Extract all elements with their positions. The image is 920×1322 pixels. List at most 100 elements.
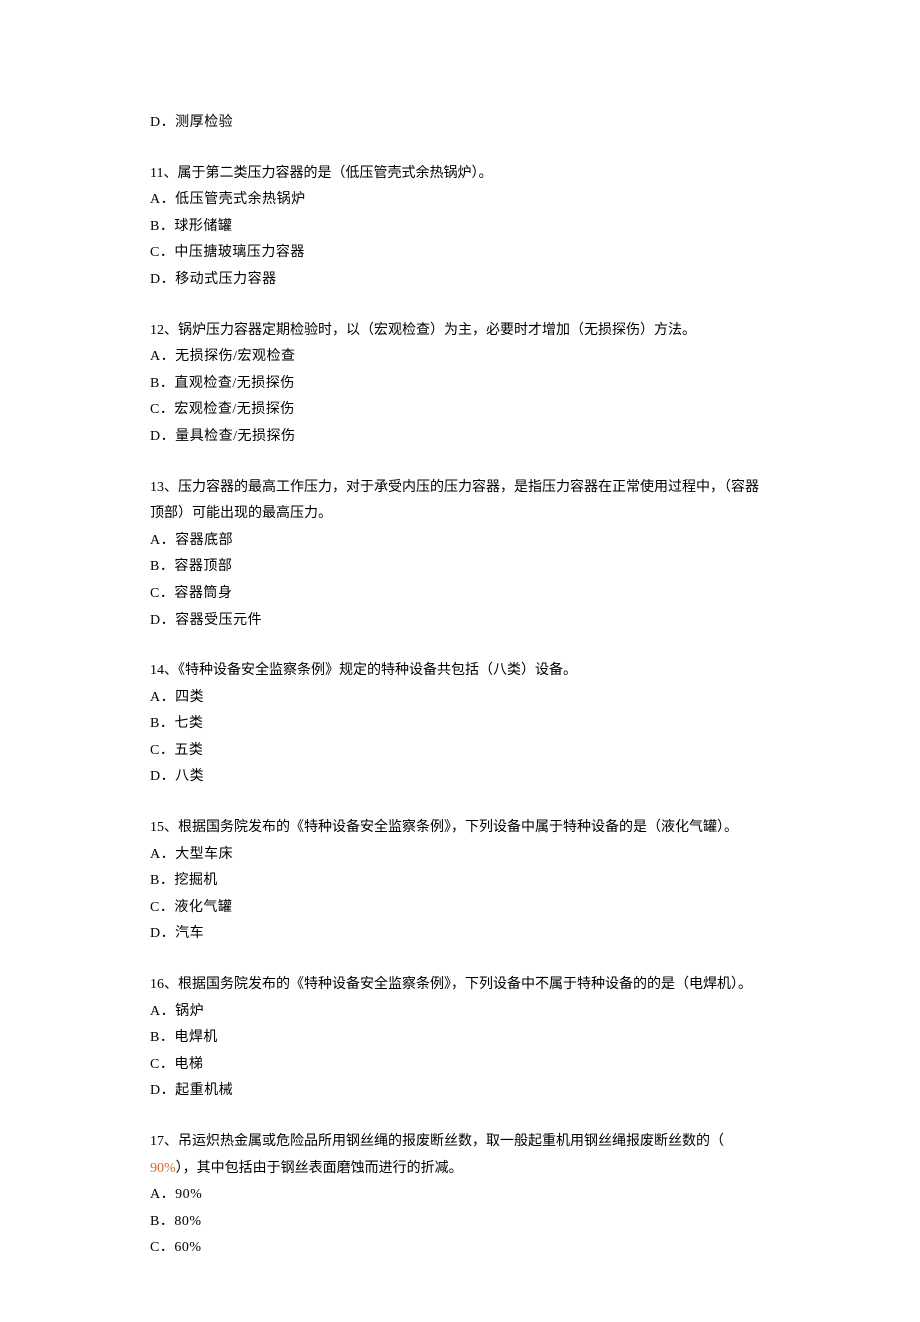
option-row: A．大型车床: [150, 842, 770, 869]
option-row: A．无损探伤/宏观检查: [150, 344, 770, 371]
option-label: C．: [150, 586, 174, 601]
spacer: [150, 137, 770, 161]
option-text: 七类: [174, 716, 203, 731]
option-row: D．汽车: [150, 921, 770, 948]
question-text: 《特种设备安全监察条例》规定的特种设备共包括（八类）设备。: [178, 663, 577, 678]
question-text: 属于第二类压力容器的是（低压管壳式余热锅炉）。: [177, 166, 492, 181]
option-row: D．测厚检验: [150, 110, 770, 137]
option-row: B．球形储罐: [150, 214, 770, 241]
option-text: 90%: [175, 1187, 202, 1202]
spacer: [150, 791, 770, 815]
option-row: C．液化气罐: [150, 895, 770, 922]
question-text-pre: 吊运炽热金属或危险品所用钢丝绳的报废断丝数，取一般起重机用钢丝绳报废断丝数的（: [178, 1134, 724, 1149]
option-label: A．: [150, 690, 175, 705]
option-text: 容器顶部: [174, 559, 232, 574]
option-text: 直观检查/无损探伤: [174, 376, 294, 391]
option-label: D．: [150, 769, 175, 784]
option-row: C．宏观检查/无损探伤: [150, 397, 770, 424]
option-text: 量具检查/无损探伤: [175, 429, 295, 444]
option-row: D．量具检查/无损探伤: [150, 424, 770, 451]
question-number: 15、: [150, 820, 178, 835]
option-label: C．: [150, 1240, 174, 1255]
option-row: A．90%: [150, 1182, 770, 1209]
question-number: 13、: [150, 480, 178, 495]
spacer: [150, 948, 770, 972]
option-row: C．60%: [150, 1235, 770, 1262]
option-row: A．锅炉: [150, 999, 770, 1026]
question-number: 16、: [150, 977, 178, 992]
option-text: 容器受压元件: [175, 613, 262, 628]
option-text: 无损探伤/宏观检查: [175, 349, 295, 364]
option-text: 电焊机: [174, 1030, 218, 1045]
option-label: A．: [150, 847, 175, 862]
option-row: B．挖掘机: [150, 868, 770, 895]
option-text: 低压管壳式余热锅炉: [175, 192, 306, 207]
option-text: 宏观检查/无损探伤: [174, 402, 294, 417]
option-label: D．: [150, 613, 175, 628]
question-text: 根据国务院发布的《特种设备安全监察条例》，下列设备中属于特种设备的是（液化气罐）…: [178, 820, 738, 835]
option-label: A．: [150, 1004, 175, 1019]
option-label: C．: [150, 1057, 174, 1072]
option-row: A．容器底部: [150, 528, 770, 555]
option-label: B．: [150, 376, 174, 391]
option-text: 测厚检验: [175, 115, 233, 130]
option-label: B．: [150, 219, 174, 234]
option-text: 移动式压力容器: [175, 272, 277, 287]
question-stem: 15、根据国务院发布的《特种设备安全监察条例》，下列设备中属于特种设备的是（液化…: [150, 815, 770, 842]
option-row: B．电焊机: [150, 1025, 770, 1052]
option-text: 大型车床: [175, 847, 233, 862]
option-label: B．: [150, 1214, 174, 1229]
option-text: 容器筒身: [174, 586, 232, 601]
option-text: 汽车: [175, 926, 204, 941]
question-stem: 17、吊运炽热金属或危险品所用钢丝绳的报废断丝数，取一般起重机用钢丝绳报废断丝数…: [150, 1129, 770, 1182]
option-label: B．: [150, 873, 174, 888]
option-label: A．: [150, 192, 175, 207]
option-row: B．容器顶部: [150, 554, 770, 581]
question-stem: 11、属于第二类压力容器的是（低压管壳式余热锅炉）。: [150, 161, 770, 188]
spacer: [150, 451, 770, 475]
option-label: D．: [150, 272, 175, 287]
option-row: D．起重机械: [150, 1078, 770, 1105]
question-stem: 14、《特种设备安全监察条例》规定的特种设备共包括（八类）设备。: [150, 658, 770, 685]
option-row: B．80%: [150, 1209, 770, 1236]
spacer: [150, 294, 770, 318]
option-row: C．五类: [150, 738, 770, 765]
question-number: 17、: [150, 1134, 178, 1149]
option-row: D．移动式压力容器: [150, 267, 770, 294]
option-label: A．: [150, 1187, 175, 1202]
option-text: 中压搪玻璃压力容器: [174, 245, 305, 260]
option-text: 容器底部: [175, 533, 233, 548]
question-number: 14、: [150, 663, 178, 678]
question-number: 11、: [150, 166, 177, 181]
option-label: B．: [150, 716, 174, 731]
option-row: D．八类: [150, 764, 770, 791]
option-label: B．: [150, 1030, 174, 1045]
spacer: [150, 634, 770, 658]
question-number: 12、: [150, 323, 178, 338]
question-stem: 13、压力容器的最高工作压力，对于承受内压的压力容器，是指压力容器在正常使用过程…: [150, 475, 770, 528]
question-text: 根据国务院发布的《特种设备安全监察条例》，下列设备中不属于特种设备的的是（电焊机…: [178, 977, 752, 992]
option-label: A．: [150, 533, 175, 548]
option-text: 八类: [175, 769, 204, 784]
option-text: 挖掘机: [174, 873, 218, 888]
option-row: C．容器筒身: [150, 581, 770, 608]
option-text: 锅炉: [175, 1004, 204, 1019]
option-text: 五类: [174, 743, 203, 758]
option-text: 80%: [174, 1214, 201, 1229]
option-text: 电梯: [174, 1057, 203, 1072]
option-text: 球形储罐: [174, 219, 232, 234]
option-label: D．: [150, 926, 175, 941]
option-row: A．低压管壳式余热锅炉: [150, 187, 770, 214]
option-text: 四类: [175, 690, 204, 705]
option-row: D．容器受压元件: [150, 608, 770, 635]
option-row: A．四类: [150, 685, 770, 712]
question-stem: 16、根据国务院发布的《特种设备安全监察条例》，下列设备中不属于特种设备的的是（…: [150, 972, 770, 999]
document-page: D．测厚检验 11、属于第二类压力容器的是（低压管壳式余热锅炉）。 A．低压管壳…: [0, 0, 920, 1322]
option-label: B．: [150, 559, 174, 574]
option-row: B．七类: [150, 711, 770, 738]
option-label: A．: [150, 349, 175, 364]
option-label: C．: [150, 402, 174, 417]
option-row: C．电梯: [150, 1052, 770, 1079]
question-text-post: ），其中包括由于钢丝表面磨蚀而进行的折减。: [176, 1161, 463, 1176]
option-text: 液化气罐: [174, 900, 232, 915]
